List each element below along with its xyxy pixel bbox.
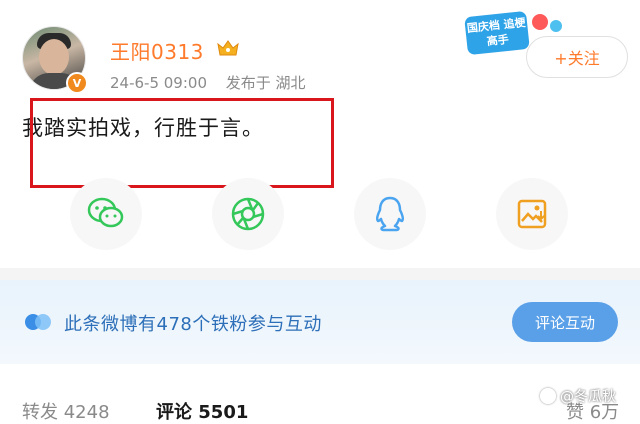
watermark-text: @冬瓜秋 <box>560 389 616 405</box>
mascot-icon <box>530 12 550 32</box>
moments-icon <box>231 197 265 231</box>
save-image-icon <box>517 199 547 229</box>
qq-icon <box>375 196 405 232</box>
weibo-post-card: V 王阳0313 24-6-5 09:00 发布于 湖北 国庆档 追梗高手 +关… <box>0 0 640 268</box>
repost-count: 4248 <box>63 402 110 423</box>
verified-badge-icon: V <box>66 72 88 94</box>
fan-banner-text: 此条微博有478个铁粉参与互动 <box>64 314 322 335</box>
share-moments-button[interactable] <box>212 178 284 250</box>
repost-label: 转发 <box>22 402 58 423</box>
wechat-icon <box>87 197 124 228</box>
share-wechat-button[interactable] <box>70 178 142 250</box>
highlight-annotation <box>30 98 334 188</box>
fans-icon <box>25 314 51 330</box>
comment-tab[interactable]: 评论 5501 <box>156 398 248 424</box>
section-divider <box>0 364 640 378</box>
comment-count: 5501 <box>198 402 249 423</box>
fan-interaction-banner[interactable]: 此条微博有478个铁粉参与互动 评论互动 <box>0 280 640 364</box>
mascot-icon <box>548 18 564 34</box>
save-image-button[interactable] <box>496 178 568 250</box>
crown-icon <box>217 40 239 56</box>
watermark-logo-icon <box>540 388 556 404</box>
post-location: 发布于 湖北 <box>225 74 306 92</box>
share-qq-button[interactable] <box>354 178 426 250</box>
section-divider <box>0 268 640 280</box>
comment-label: 评论 <box>156 402 192 423</box>
post-date: 24-6-5 09:00 <box>110 74 207 92</box>
promo-tag: 国庆档 追梗高手 <box>464 10 530 56</box>
repost-tab[interactable]: 转发 4248 <box>22 398 110 424</box>
watermark: @冬瓜秋 <box>540 386 616 406</box>
follow-label: +关注 <box>554 49 600 68</box>
follow-button[interactable]: +关注 <box>526 36 628 78</box>
post-meta: 24-6-5 09:00 发布于 湖北 <box>110 72 306 93</box>
comment-interaction-button[interactable]: 评论互动 <box>512 302 618 342</box>
username[interactable]: 王阳0313 <box>110 36 204 65</box>
